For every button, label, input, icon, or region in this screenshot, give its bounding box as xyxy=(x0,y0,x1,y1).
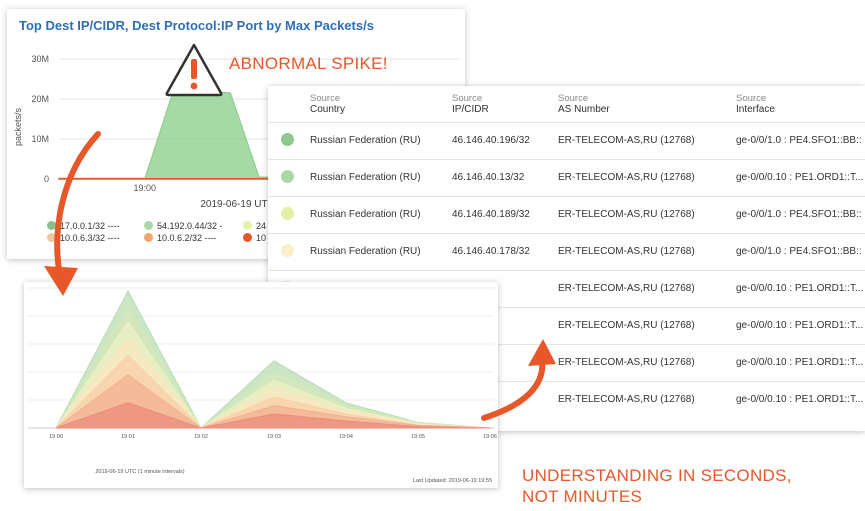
y-tick-label: 30M xyxy=(31,54,49,64)
table-row[interactable]: Russian Federation (RU) 46.146.40.178/32 E… xyxy=(268,232,865,270)
series-color-dot xyxy=(281,243,294,257)
interface-cell: ge-0/0/1.0 : PE4.SFO1::BB:: xyxy=(736,121,865,159)
legend-swatch xyxy=(144,221,153,230)
asn-cell: ER-TELECOM-AS,RU (12768) xyxy=(558,232,736,270)
legend-item[interactable]: 10.0.6.2/32 ---- xyxy=(144,233,217,243)
asn-cell: ER-TELECOM-AS,RU (12768) xyxy=(558,121,736,159)
understanding-callout: UNDERSTANDING IN SECONDS, NOT MINUTES xyxy=(522,465,792,507)
y-axis-label: packets/s xyxy=(13,107,23,146)
interface-cell: ge-0/0/0.10 : PE1.ORD1::T... xyxy=(736,306,865,344)
legend-label: 24 xyxy=(256,221,267,231)
interface-cell: ge-0/0/0.10 : PE1.ORD1::T... xyxy=(736,269,865,307)
asn-cell: ER-TELECOM-AS,RU (12768) xyxy=(558,269,736,307)
abnormal-spike-callout: ABNORMAL SPIKE! xyxy=(229,54,388,73)
legend-label: 17.0.0.1/32 ---- xyxy=(60,221,120,231)
callout-line-1: UNDERSTANDING IN SECONDS, xyxy=(522,466,792,485)
legend-swatch xyxy=(144,233,153,242)
header-asn[interactable]: Source AS Number xyxy=(558,86,736,122)
asn-cell: ER-TELECOM-AS,RU (12768) xyxy=(558,380,736,418)
interface-cell: ge-0/0/0.10 : PE1.ORD1::T... xyxy=(736,343,865,381)
row-color-dot xyxy=(268,195,310,233)
legend-item[interactable]: 24 xyxy=(243,221,266,231)
header-interface[interactable]: Source Interface xyxy=(736,86,865,122)
table-row[interactable]: Russian Federation (RU) 46.146.40.189/32 E… xyxy=(268,195,865,233)
country-cell: Russian Federation (RU) xyxy=(310,158,452,196)
x-tick-label: 19:04 xyxy=(339,434,353,440)
bottom-chart-card: 19:00 19:01 19:02 19:03 19:04 19:05 19:06 2019… xyxy=(24,282,498,488)
x-tick-label: 19:03 xyxy=(267,434,281,440)
header-country[interactable]: Source Country xyxy=(310,86,452,122)
table-row[interactable]: Russian Federation (RU) 46.146.40.196/32 E… xyxy=(268,121,865,159)
asn-cell: ER-TELECOM-AS,RU (12768) xyxy=(558,195,736,233)
legend-label: 54.192.0.44/32 - xyxy=(157,221,223,231)
ip-cell: 46.146.40.189/32 xyxy=(452,195,558,233)
interface-cell: ge-0/0/1.0 : PE4.SFO1::BB:: xyxy=(736,232,865,270)
legend-label: 10.0.6.2/32 ---- xyxy=(157,233,217,243)
x-tick-label: 19:00 xyxy=(49,434,63,440)
row-color-dot xyxy=(268,158,310,196)
legend-label: 10.0.6.3/32 ---- xyxy=(60,233,120,243)
series-color-dot xyxy=(281,169,294,183)
warning-icon xyxy=(165,43,223,97)
legend-item[interactable]: 17.0.0.1/32 ---- xyxy=(47,221,120,231)
legend-item[interactable]: 10 xyxy=(243,233,266,243)
table-row[interactable]: Russian Federation (RU) 46.146.40.13/32 ER… xyxy=(268,158,865,196)
series-color-dot xyxy=(281,132,294,146)
color-column-header xyxy=(268,86,310,122)
legend-item[interactable]: 10.0.6.3/32 ---- xyxy=(47,233,120,243)
last-updated: Last Updated: 2019-06-19 19:55 xyxy=(413,478,492,484)
bottom-area-chart: 19:00 19:01 19:02 19:03 19:04 19:05 19:06 2019… xyxy=(28,287,497,484)
interface-cell: ge-0/0/0.10 : PE1.ORD1::T... xyxy=(736,380,865,418)
legend-swatch xyxy=(47,221,56,230)
x-axis-label: 2019-06-19 UTC (1 minute intervals) xyxy=(95,469,184,475)
y-tick-label: 10M xyxy=(31,134,49,144)
ip-cell: 46.146.40.178/32 xyxy=(452,232,558,270)
country-cell: Russian Federation (RU) xyxy=(310,195,452,233)
x-tick-label: 19:00 xyxy=(133,183,156,193)
interface-cell: ge-0/0/1.0 : PE4.SFO1::BB:: xyxy=(736,195,865,233)
country-cell: Russian Federation (RU) xyxy=(310,232,452,270)
legend-swatch xyxy=(47,233,56,242)
asn-cell: ER-TELECOM-AS,RU (12768) xyxy=(558,158,736,196)
legend-swatch xyxy=(243,221,252,230)
asn-cell: ER-TELECOM-AS,RU (12768) xyxy=(558,306,736,344)
row-color-dot xyxy=(268,232,310,270)
x-tick-label: 19:01 xyxy=(121,434,135,440)
header-ip[interactable]: Source IP/CIDR xyxy=(452,86,558,122)
interface-cell: ge-0/0/0.10 : PE1.ORD1::T... xyxy=(736,158,865,196)
country-cell: Russian Federation (RU) xyxy=(310,121,452,159)
x-tick-label: 19:05 xyxy=(411,434,425,440)
ip-cell: 46.146.40.13/32 xyxy=(452,158,558,196)
ip-cell: 46.146.40.196/32 xyxy=(452,121,558,159)
asn-cell: ER-TELECOM-AS,RU (12768) xyxy=(558,343,736,381)
legend-label: 10 xyxy=(256,233,267,243)
x-tick-label: 19:02 xyxy=(194,434,208,440)
x-tick-label: 19:06 xyxy=(483,434,497,440)
legend-swatch xyxy=(243,233,252,242)
y-tick-label: 0 xyxy=(44,174,49,184)
legend-item[interactable]: 54.192.0.44/32 - xyxy=(144,221,223,231)
y-tick-label: 20M xyxy=(31,94,49,104)
series-color-dot xyxy=(281,206,294,220)
row-color-dot xyxy=(268,121,310,159)
callout-line-2: NOT MINUTES xyxy=(522,487,643,506)
